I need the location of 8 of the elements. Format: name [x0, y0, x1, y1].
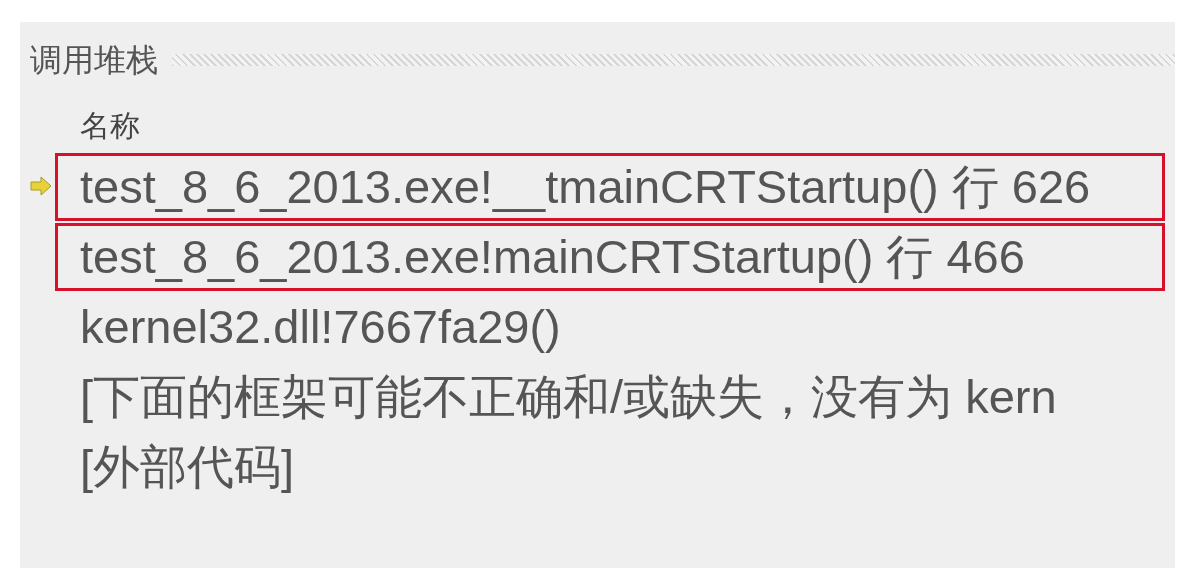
column-header[interactable]: 名称 [80, 102, 140, 148]
stack-frame[interactable]: kernel32.dll!7667fa29() [80, 291, 561, 363]
stack-frame[interactable]: [下面的框架可能不正确和/或缺失，没有为 kern [80, 361, 1057, 433]
stack-frame[interactable]: [外部代码] [80, 431, 295, 503]
stack-frame[interactable]: test_8_6_2013.exe!mainCRTStartup() 行 466 [80, 221, 1025, 293]
title-grip[interactable] [172, 54, 1175, 66]
panel-title: 调用堆栈 [30, 40, 158, 81]
stack-frame[interactable]: test_8_6_2013.exe!__tmainCRTStartup() 行 626 [80, 151, 1091, 223]
